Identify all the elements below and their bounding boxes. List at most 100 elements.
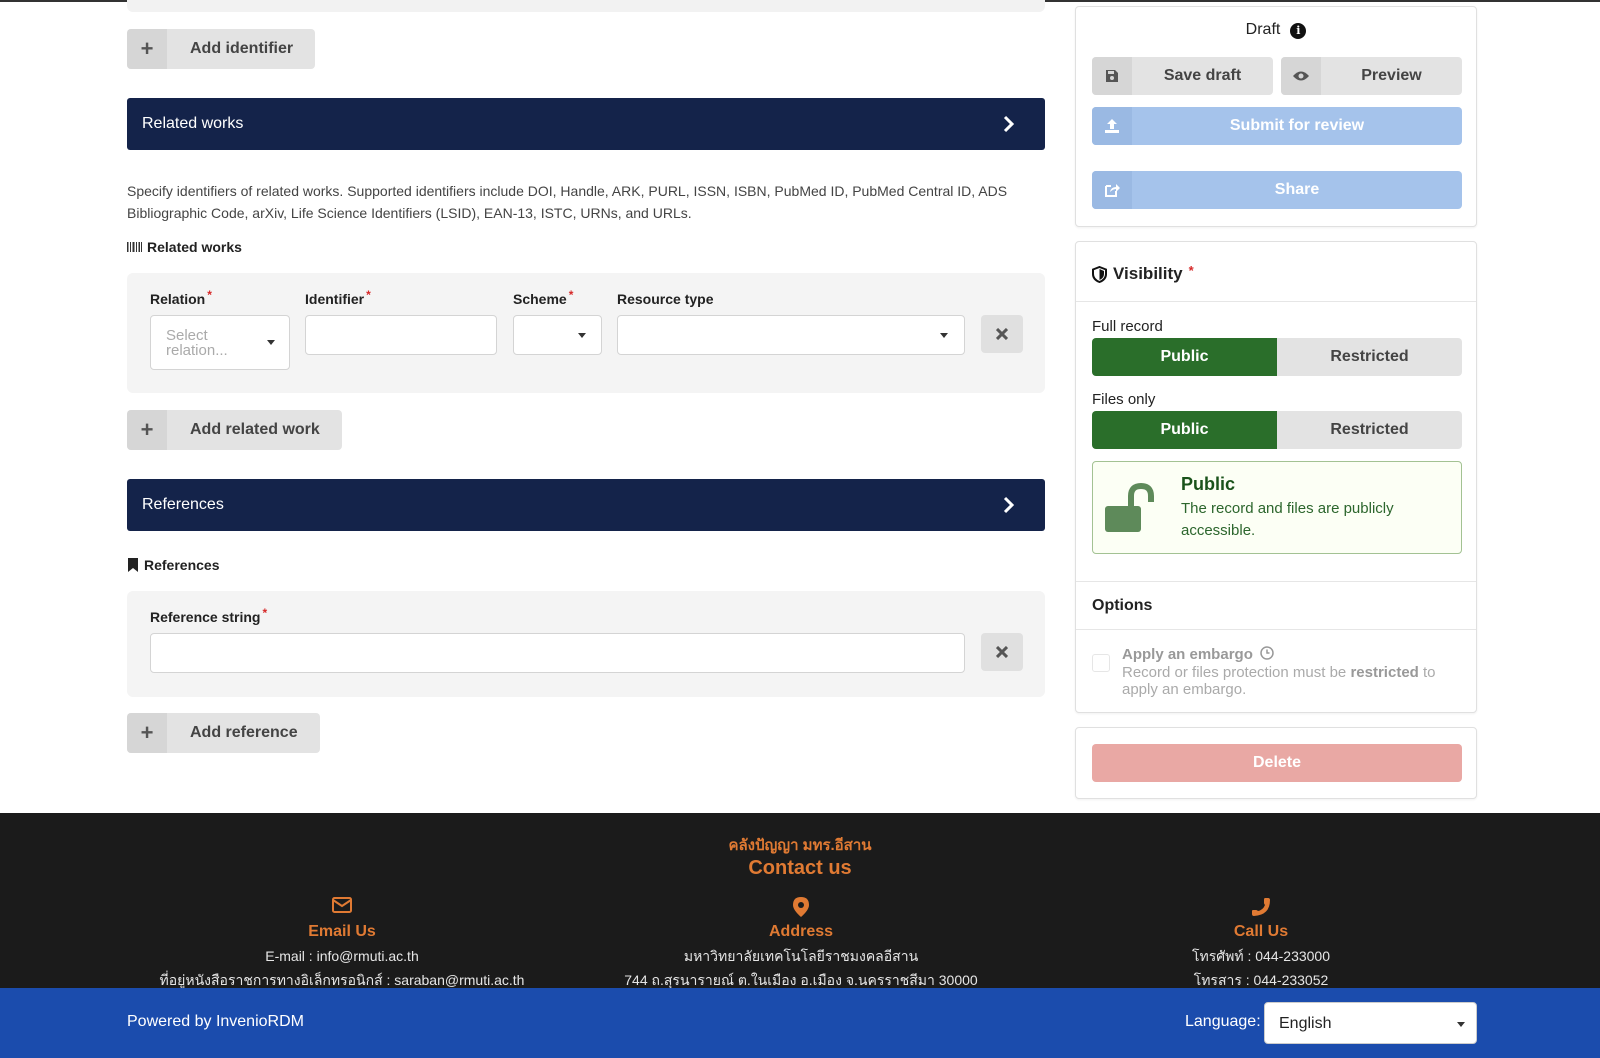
share-icon [1092, 171, 1132, 209]
clock-icon [1260, 646, 1274, 660]
footer-call-line2: โทรสาร : 044-233052 [1193, 972, 1329, 988]
embargo-description: Record or files protection must be restr… [1122, 664, 1436, 698]
add-identifier-label: Add identifier [190, 40, 294, 57]
files-only-restricted-button[interactable]: Restricted [1277, 411, 1462, 449]
reference-string-label: Reference string * [150, 606, 268, 625]
files-only-toggle: Public Restricted [1092, 411, 1462, 449]
language-value: English [1279, 1015, 1332, 1032]
references-accordion-title: References [142, 496, 224, 513]
add-related-work-label: Add related work [190, 421, 320, 438]
footer-call-line1: โทรศัพท์ : 044-233000 [1191, 948, 1331, 964]
visibility-title: Visibility [1113, 264, 1183, 283]
scheme-select[interactable] [513, 315, 602, 355]
chevron-right-icon [1003, 496, 1015, 514]
embargo-title: Apply an embargo [1122, 646, 1274, 663]
envelope-icon [112, 897, 572, 919]
eye-icon [1281, 57, 1321, 95]
draft-status-text: Draft [1245, 21, 1281, 38]
add-reference-button[interactable]: + Add reference [127, 713, 320, 753]
footer-address-heading: Address [768, 923, 834, 940]
unlock-icon [1105, 482, 1154, 532]
shield-icon [1092, 265, 1107, 283]
submit-for-review-button[interactable]: Submit for review [1092, 107, 1462, 145]
full-record-toggle: Public Restricted [1092, 338, 1462, 376]
resource-type-select[interactable] [617, 315, 965, 355]
files-only-label: Files only [1092, 391, 1156, 408]
caret-down-icon [267, 340, 275, 345]
upload-icon [1092, 107, 1132, 145]
caret-down-icon [1457, 1022, 1465, 1027]
plus-icon: + [127, 410, 167, 450]
public-notice-title: Public [1181, 474, 1236, 494]
footer-email-line1[interactable]: E-mail : info@rmuti.ac.th [112, 947, 572, 965]
visibility-header: Visibility * [1092, 263, 1194, 284]
footer-address-line1: มหาวิทยาลัยเทคโนโลยีราชมงคลอีสาน [683, 948, 919, 964]
add-related-work-button[interactable]: + Add related work [127, 410, 342, 450]
relation-label: Relation * [150, 288, 212, 307]
language-label: Language: [1185, 1013, 1261, 1030]
footer-address-column: Address มหาวิทยาลัยเทคโนโลยีราชมงคลอีสาน… [571, 897, 1031, 989]
remove-reference-button[interactable] [981, 633, 1023, 671]
bookmark-icon [128, 558, 138, 572]
close-icon [996, 646, 1008, 658]
language-select[interactable]: English [1264, 1002, 1477, 1044]
relation-select[interactable]: Select relation... [150, 315, 290, 370]
identifier-input[interactable] [305, 315, 497, 355]
footer-email-column: Email Us E-mail : info@rmuti.ac.th ที่อย… [112, 897, 572, 989]
share-button[interactable]: Share [1092, 171, 1462, 209]
previous-field-stub [127, 0, 1045, 12]
footer-contact-title: Contact us [748, 857, 852, 879]
full-record-label: Full record [1092, 318, 1163, 335]
footer-call-heading: Call Us [1233, 923, 1289, 940]
preview-label: Preview [1361, 67, 1422, 84]
reference-string-input[interactable] [150, 633, 965, 673]
caret-down-icon [578, 333, 586, 338]
remove-related-work-button[interactable] [981, 315, 1023, 353]
relation-placeholder: Select relation... [166, 327, 228, 359]
share-label: Share [1274, 181, 1320, 198]
preview-button[interactable]: Preview [1281, 57, 1462, 95]
plus-icon: + [127, 29, 167, 69]
footer-call-column: Call Us โทรศัพท์ : 044-233000 โทรสาร : 0… [1031, 897, 1491, 989]
options-title: Options [1092, 597, 1153, 614]
divider [1076, 629, 1476, 630]
map-pin-icon [571, 897, 1031, 919]
close-icon [996, 328, 1008, 340]
related-work-row: Relation * Select relation... Identifier *… [127, 273, 1045, 393]
footer-address-line2: 744 ถ.สุรนารายณ์ ต.ในเมือง อ.เมือง จ.นคร… [624, 972, 978, 988]
full-record-public-button[interactable]: Public [1092, 338, 1277, 376]
add-identifier-button[interactable]: + Add identifier [127, 29, 316, 69]
draft-status: Draft i [1076, 21, 1476, 39]
submit-for-review-label: Submit for review [1229, 117, 1365, 134]
references-accordion[interactable]: References [127, 479, 1045, 531]
related-works-accordion-title: Related works [142, 115, 244, 132]
references-section-text: References [144, 557, 220, 573]
powered-by-link[interactable]: Powered by InvenioRDM [127, 1013, 304, 1031]
plus-icon: + [127, 713, 167, 753]
public-notice-description: The record and files are publicly access… [1181, 500, 1394, 539]
scheme-label: Scheme * [513, 288, 574, 307]
delete-card: Delete [1075, 727, 1477, 799]
footer-site-name: คลังปัญญา มทร.อีสาน [728, 837, 872, 854]
files-only-public-button[interactable]: Public [1092, 411, 1277, 449]
save-icon [1092, 57, 1132, 95]
identifier-label: Identifier * [305, 288, 371, 307]
related-works-section-text: Related works [147, 239, 242, 255]
save-draft-button[interactable]: Save draft [1092, 57, 1273, 95]
footer-email-line2[interactable]: ที่อยู่หนังสือราชการทางอิเล็กทรอนิกส์ : … [112, 971, 572, 989]
delete-button[interactable]: Delete [1092, 744, 1462, 782]
embargo-checkbox[interactable] [1092, 654, 1110, 672]
divider [1076, 581, 1476, 582]
related-works-section-label: Related works [127, 239, 242, 255]
reference-row: Reference string * [127, 591, 1045, 697]
deposit-actions-card: Draft i Save draft Preview Submit for rev… [1075, 6, 1477, 227]
caret-down-icon [940, 333, 948, 338]
related-works-help-text: Specify identifiers of related works. Su… [127, 183, 1008, 221]
full-record-restricted-button[interactable]: Restricted [1277, 338, 1462, 376]
footer: คลังปัญญา มทร.อีสาน Contact us Email Us … [0, 813, 1600, 988]
bottom-bar: Powered by InvenioRDM Language: English [0, 988, 1600, 1058]
chevron-right-icon [1003, 115, 1015, 133]
related-works-accordion[interactable]: Related works [127, 98, 1045, 150]
info-icon[interactable]: i [1290, 23, 1307, 39]
public-notice: Public The record and files are publicly… [1092, 461, 1462, 554]
